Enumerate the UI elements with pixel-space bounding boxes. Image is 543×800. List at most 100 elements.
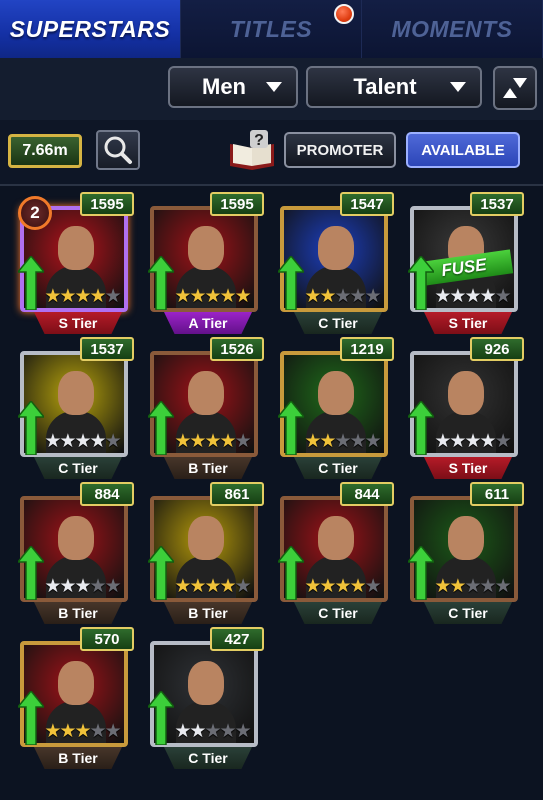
superstar-card[interactable]: 926 ★ ★ ★ ★ ★ S Tier <box>402 337 526 483</box>
star-icon: ★ <box>494 431 512 452</box>
sort-order-button[interactable] <box>493 66 537 110</box>
star-icon: ★ <box>219 721 237 742</box>
superstar-card[interactable]: 427 ★ ★ ★ ★ ★ C Tier <box>142 627 266 773</box>
star-icon: ★ <box>189 286 206 307</box>
talent-score: 844 <box>340 482 394 506</box>
star-rating: ★ ★ ★ ★ ★ <box>40 286 124 308</box>
available-button[interactable]: AVAILABLE <box>406 132 520 168</box>
toolbar: 7.66m ? PROMOTER AVAILABLE <box>0 120 543 186</box>
star-icon: ★ <box>174 286 191 307</box>
star-icon: ★ <box>219 286 237 307</box>
talent-score: 1547 <box>340 192 394 216</box>
tier-label: C Tier <box>424 602 512 624</box>
talent-score: 884 <box>80 482 134 506</box>
star-icon: ★ <box>494 576 512 597</box>
sort-dropdown[interactable]: Talent <box>306 66 482 108</box>
star-icon: ★ <box>304 576 321 597</box>
superstar-card[interactable]: 1537 ★ ★ ★ ★ ★ C Tier <box>12 337 136 483</box>
star-icon: ★ <box>364 576 382 597</box>
star-icon: ★ <box>479 576 497 597</box>
star-icon: ★ <box>319 431 336 452</box>
star-rating: ★ ★ ★ ★ ★ <box>300 431 384 453</box>
star-icon: ★ <box>334 431 351 452</box>
superstar-card[interactable]: 1537 ★ ★ ★ ★ ★ FUSE S Tier <box>402 192 526 338</box>
star-icon: ★ <box>44 431 61 452</box>
star-icon: ★ <box>44 721 61 742</box>
portrait-head <box>58 516 94 560</box>
portrait-head <box>188 661 224 705</box>
upgrade-arrow-icon <box>278 256 304 310</box>
portrait-head <box>188 226 224 270</box>
superstar-card[interactable]: 1595 ★ ★ ★ ★ ★ 2 S Tier <box>12 192 136 338</box>
star-icon: ★ <box>44 576 61 597</box>
star-icon: ★ <box>89 286 107 307</box>
gender-dropdown[interactable]: Men <box>168 66 298 108</box>
star-icon: ★ <box>234 576 252 597</box>
star-rating: ★ ★ ★ ★ ★ <box>170 721 254 743</box>
star-rating: ★ ★ ★ ★ ★ <box>430 431 514 453</box>
superstar-card[interactable]: 1547 ★ ★ ★ ★ ★ C Tier <box>272 192 396 338</box>
star-icon: ★ <box>434 286 451 307</box>
star-icon: ★ <box>364 286 382 307</box>
star-icon: ★ <box>74 721 91 742</box>
superstar-card[interactable]: 861 ★ ★ ★ ★ ★ B Tier <box>142 482 266 628</box>
star-icon: ★ <box>204 431 221 452</box>
upgrade-arrow-icon <box>148 401 174 455</box>
talent-score: 427 <box>210 627 264 651</box>
star-icon: ★ <box>104 286 122 307</box>
superstar-card[interactable]: 611 ★ ★ ★ ★ ★ C Tier <box>402 482 526 628</box>
star-icon: ★ <box>204 286 221 307</box>
upgrade-arrow-icon <box>278 401 304 455</box>
search-button[interactable] <box>96 130 140 170</box>
star-icon: ★ <box>434 431 451 452</box>
star-icon: ★ <box>44 286 61 307</box>
talent-score: 570 <box>80 627 134 651</box>
superstar-card[interactable]: 884 ★ ★ ★ ★ ★ B Tier <box>12 482 136 628</box>
superstar-card[interactable]: 1526 ★ ★ ★ ★ ★ B Tier <box>142 337 266 483</box>
superstar-card[interactable]: 570 ★ ★ ★ ★ ★ B Tier <box>12 627 136 773</box>
superstar-card[interactable]: 1595 ★ ★ ★ ★ ★ A Tier <box>142 192 266 338</box>
star-rating: ★ ★ ★ ★ ★ <box>430 576 514 598</box>
star-icon: ★ <box>334 576 351 597</box>
talent-score: 1537 <box>470 192 524 216</box>
upgrade-arrow-icon <box>408 401 434 455</box>
chevron-down-icon <box>266 82 282 92</box>
upgrade-arrow-icon <box>148 256 174 310</box>
upgrade-arrow-icon <box>408 546 434 600</box>
upgrade-arrow-icon <box>18 401 44 455</box>
star-icon: ★ <box>89 576 107 597</box>
star-icon: ★ <box>104 431 122 452</box>
star-rating: ★ ★ ★ ★ ★ <box>430 286 514 308</box>
star-rating: ★ ★ ★ ★ ★ <box>300 286 384 308</box>
tier-label: S Tier <box>34 312 122 334</box>
superstar-card[interactable]: 1219 ★ ★ ★ ★ ★ C Tier <box>272 337 396 483</box>
star-icon: ★ <box>334 286 351 307</box>
portrait-head <box>448 516 484 560</box>
star-rating: ★ ★ ★ ★ ★ <box>40 431 124 453</box>
book-help-icon[interactable]: ? <box>226 130 278 170</box>
gender-dropdown-label: Men <box>202 74 246 99</box>
star-icon: ★ <box>59 431 76 452</box>
level-badge: 2 <box>18 196 52 230</box>
tier-label: C Tier <box>294 312 382 334</box>
promoter-button[interactable]: PROMOTER <box>284 132 396 168</box>
star-icon: ★ <box>174 721 191 742</box>
star-icon: ★ <box>449 431 466 452</box>
talent-score: 1219 <box>340 337 394 361</box>
chevron-down-icon <box>450 82 466 92</box>
star-rating: ★ ★ ★ ★ ★ <box>170 576 254 598</box>
star-icon: ★ <box>464 431 481 452</box>
tab-superstars[interactable]: SUPERSTARS <box>0 0 181 58</box>
currency-display: 7.66m <box>8 134 82 168</box>
star-icon: ★ <box>189 721 206 742</box>
star-icon: ★ <box>174 576 191 597</box>
portrait-head <box>188 371 224 415</box>
tab-moments[interactable]: MOMENTS <box>362 0 543 58</box>
svg-text:?: ? <box>254 132 264 149</box>
superstar-card[interactable]: 844 ★ ★ ★ ★ ★ C Tier <box>272 482 396 628</box>
portrait-head <box>448 371 484 415</box>
portrait-head <box>318 516 354 560</box>
star-icon: ★ <box>189 576 206 597</box>
star-icon: ★ <box>104 721 122 742</box>
star-icon: ★ <box>449 286 466 307</box>
